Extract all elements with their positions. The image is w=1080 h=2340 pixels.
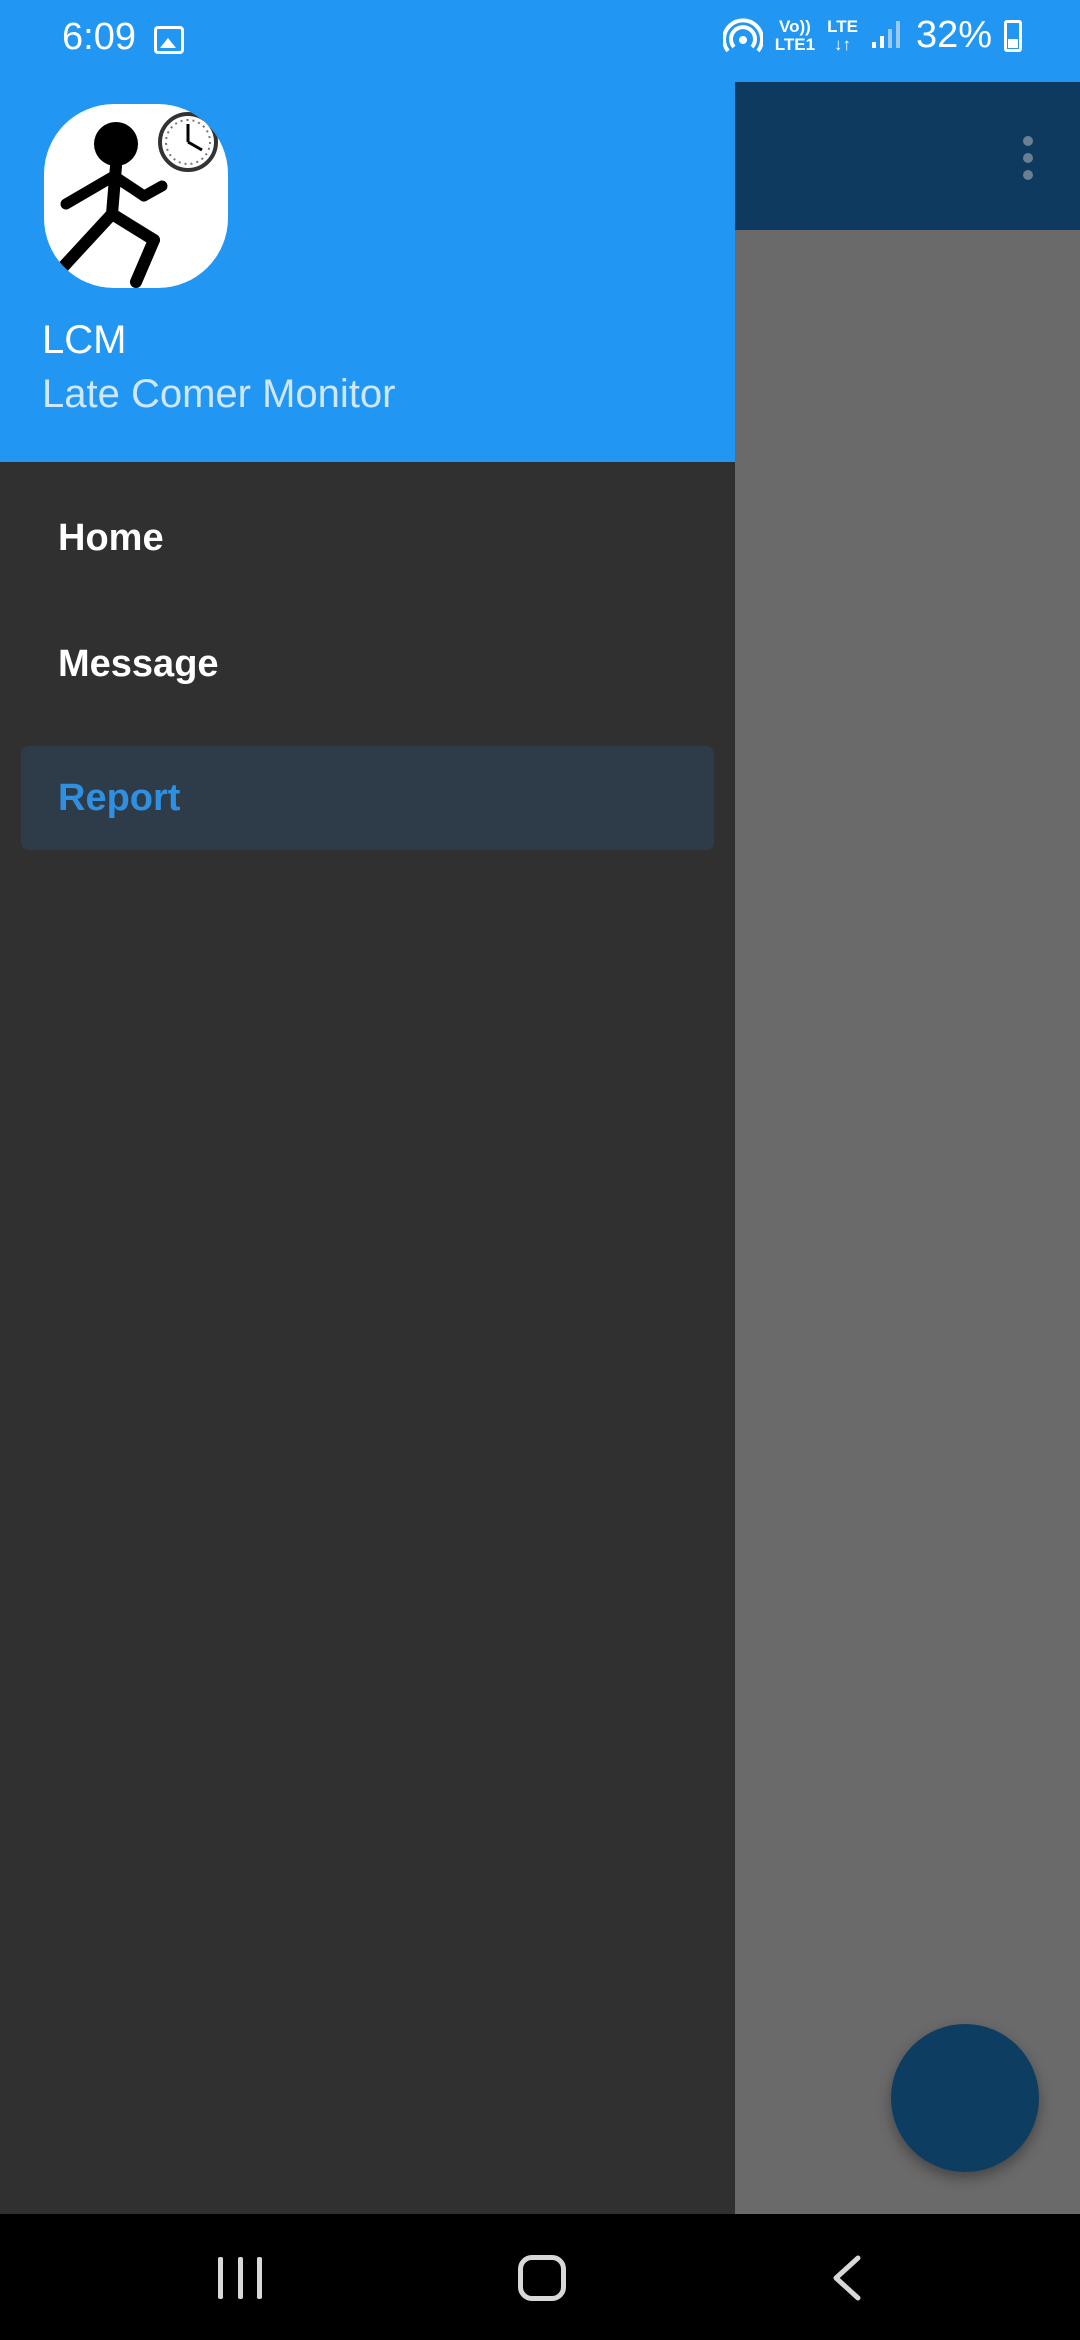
status-time: 6:09	[62, 16, 136, 58]
gallery-notification-icon	[154, 26, 184, 54]
drawer-item-message[interactable]: Message	[21, 612, 714, 716]
system-navigation-bar	[0, 2214, 1080, 2340]
more-options-icon[interactable]	[1016, 136, 1040, 180]
floating-action-button[interactable]	[891, 2024, 1039, 2172]
battery-percentage: 32%	[915, 14, 992, 56]
status-indicators: Vo)) LTE1 LTE ↓↑ 32%	[721, 14, 1022, 57]
app-name: LCM	[42, 318, 127, 362]
hotspot-icon	[721, 16, 764, 56]
app-subtitle: Late Comer Monitor	[42, 372, 396, 416]
navigation-drawer: LCM Late Comer Monitor Home Message Repo…	[0, 0, 735, 2214]
drawer-item-home[interactable]: Home	[21, 486, 714, 590]
volte-indicator: Vo)) LTE1	[774, 16, 816, 54]
back-icon[interactable]	[828, 2254, 868, 2302]
home-icon[interactable]	[518, 2255, 566, 2301]
lte-indicator: LTE ↓↑	[827, 16, 858, 54]
recents-icon[interactable]	[218, 2257, 262, 2299]
status-bar: 6:09 Vo)) LTE1 LTE ↓↑ 32%	[0, 0, 1080, 82]
running-stickman-clock-icon	[44, 104, 228, 288]
signal-strength-icon	[870, 16, 904, 55]
battery-charging-icon	[1004, 19, 1022, 52]
drawer-item-report[interactable]: Report	[21, 746, 714, 850]
